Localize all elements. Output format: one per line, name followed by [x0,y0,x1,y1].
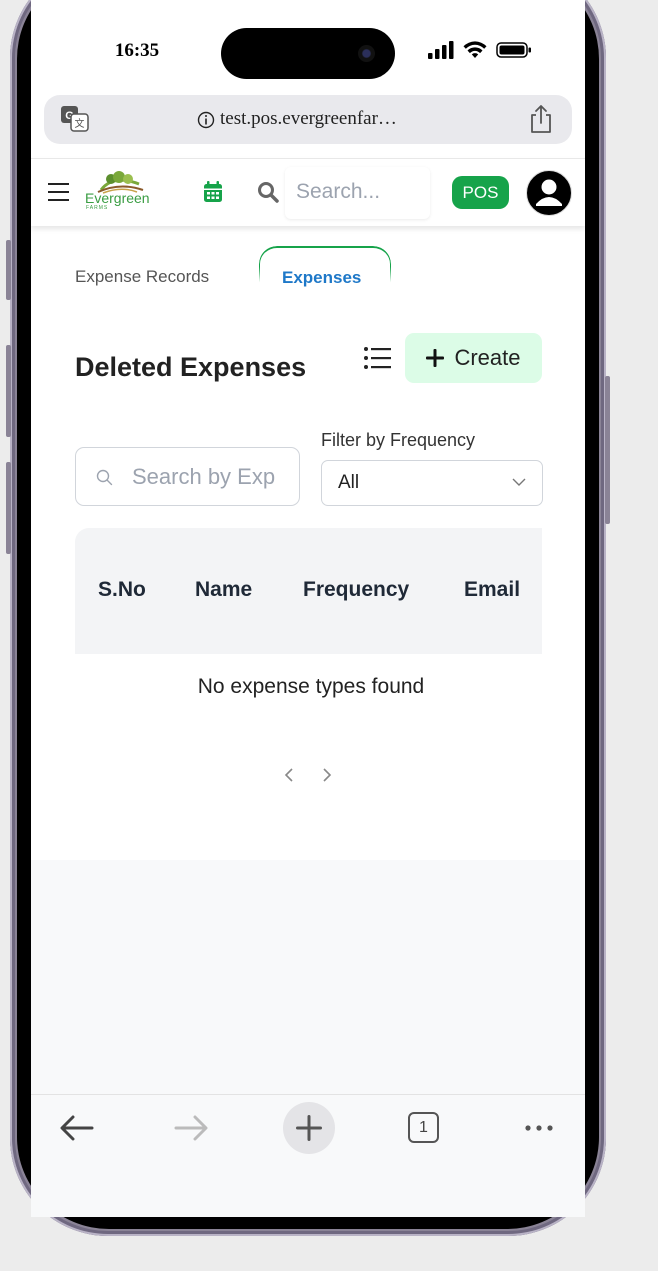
dynamic-island [221,28,395,79]
column-header-name[interactable]: Name [195,578,252,602]
pagination-next-icon[interactable] [322,767,332,783]
pagination-prev-icon[interactable] [284,767,294,783]
pos-button[interactable]: POS [452,176,509,209]
tab-expenses[interactable]: Expenses [282,268,361,288]
hamburger-menu-icon[interactable] [48,182,70,202]
search-icon [96,469,113,486]
column-header-sno[interactable]: S.No [98,578,146,602]
more-options-icon[interactable] [524,1123,554,1133]
forward-arrow-icon[interactable] [174,1115,208,1141]
evergreen-logo[interactable]: Evergreen FARMS [83,170,157,212]
filter-frequency-label: Filter by Frequency [321,430,476,450]
status-time: 16:35 [114,40,160,61]
column-header-email[interactable]: Email [464,578,520,602]
cellular-signal-icon [428,41,454,59]
plus-icon [296,1115,322,1141]
new-tab-button[interactable] [283,1102,335,1154]
page-background [31,860,585,1095]
frequency-select[interactable]: All [321,460,543,506]
action-button [6,240,11,300]
svg-text:文: 文 [75,117,85,130]
back-arrow-icon[interactable] [60,1115,94,1141]
battery-icon [496,42,531,58]
camera-icon [358,45,375,62]
chevron-down-icon [512,478,526,486]
user-avatar[interactable] [526,170,572,216]
power-button [605,376,610,524]
search-icon[interactable] [257,181,279,203]
page-title: Deleted Expenses [75,352,307,382]
status-icons [428,41,532,59]
url-text[interactable]: test.pos.evergreenfar… [220,108,460,130]
logo-subtext: FARMS [86,205,109,211]
empty-table-message: No expense types found [197,675,425,698]
tab-expense-records[interactable]: Expense Records [75,267,209,287]
column-header-frequency[interactable]: Frequency [303,578,409,602]
create-button[interactable]: Create [405,333,542,383]
expense-search-input[interactable]: Search by Exp [75,447,300,506]
wifi-icon [463,41,487,58]
list-view-icon[interactable] [362,343,394,375]
expense-search-placeholder: Search by Exp [132,464,276,489]
volume-down-button [6,462,11,554]
calendar-icon[interactable] [203,181,223,203]
tabs-button[interactable]: 1 [408,1112,439,1143]
translate-icon[interactable]: G 文 [60,105,90,133]
volume-up-button [6,345,11,437]
logo-text: Evergreen [85,190,150,206]
user-icon [536,179,562,206]
share-icon[interactable] [528,104,554,134]
header-search-placeholder: Search... [296,180,381,203]
info-icon[interactable] [197,111,215,129]
frequency-select-value: All [338,472,360,493]
plus-icon [426,349,445,367]
create-button-label: Create [454,345,521,370]
